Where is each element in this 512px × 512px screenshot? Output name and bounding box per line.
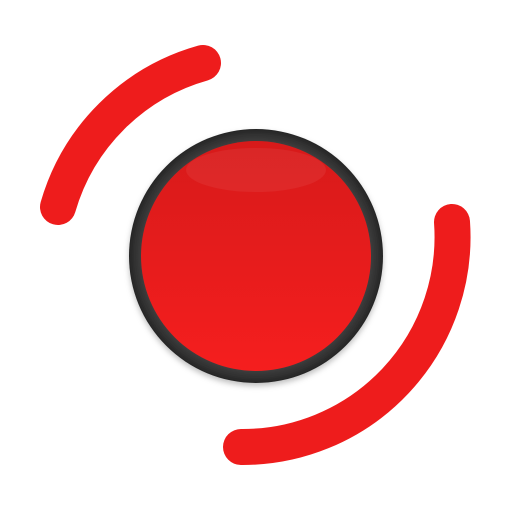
icon-canvas xyxy=(0,0,512,512)
record-button-icon xyxy=(40,45,471,466)
button-highlight xyxy=(186,148,326,192)
